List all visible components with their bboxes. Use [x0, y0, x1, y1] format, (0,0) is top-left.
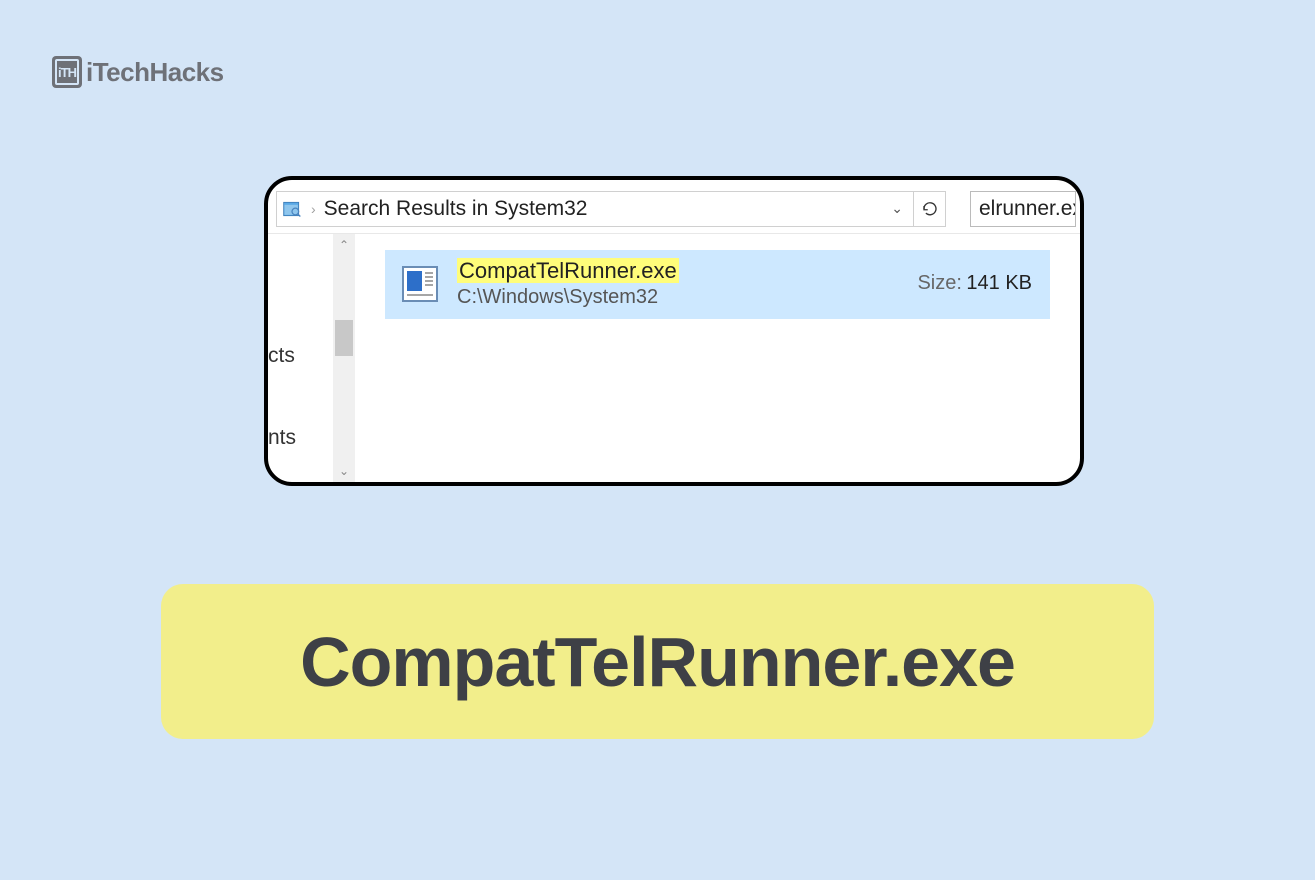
search-folder-icon [281, 198, 303, 220]
file-size-container: Size: 141 KB [892, 272, 1032, 295]
explorer-window: › Search Results in System32 ⌄ elrunner.… [264, 176, 1084, 486]
address-bar-text: Search Results in System32 [324, 197, 878, 221]
file-size-label: Size: [917, 272, 961, 294]
chevron-right-icon: › [311, 201, 316, 217]
logo-badge-text: iTH [58, 65, 76, 80]
refresh-icon [921, 200, 939, 218]
sidebar-scrollbar[interactable]: ⌃ ⌄ [333, 234, 355, 482]
file-name: CompatTelRunner.exe [457, 258, 679, 283]
title-text: CompatTelRunner.exe [300, 622, 1015, 702]
logo-badge-icon: iTH [52, 56, 82, 88]
title-banner: CompatTelRunner.exe [161, 584, 1154, 739]
search-results-area: CompatTelRunner.exe C:\Windows\System32 … [355, 234, 1080, 482]
site-logo: iTH iTechHacks [52, 56, 224, 88]
address-bar-container: › Search Results in System32 ⌄ elrunner.… [268, 180, 1080, 234]
scroll-thumb[interactable] [335, 320, 353, 356]
chevron-down-icon[interactable]: ⌄ [885, 200, 909, 217]
file-size-value: 141 KB [966, 272, 1032, 294]
content-area: cts nts ⌃ ⌄ [268, 234, 1080, 482]
logo-text: iTechHacks [86, 57, 224, 88]
file-path: C:\Windows\System32 [457, 286, 876, 309]
refresh-button[interactable] [914, 191, 946, 227]
file-info: CompatTelRunner.exe C:\Windows\System32 [457, 258, 876, 309]
search-input-text: elrunner.ex [979, 197, 1076, 221]
exe-file-icon [399, 263, 441, 305]
search-result-item[interactable]: CompatTelRunner.exe C:\Windows\System32 … [385, 250, 1050, 319]
search-input[interactable]: elrunner.ex [970, 191, 1076, 227]
address-bar[interactable]: › Search Results in System32 ⌄ [276, 191, 914, 227]
navigation-sidebar: cts nts ⌃ ⌄ [268, 234, 355, 482]
scroll-down-arrow-icon[interactable]: ⌄ [333, 460, 355, 482]
scroll-up-arrow-icon[interactable]: ⌃ [333, 234, 355, 256]
